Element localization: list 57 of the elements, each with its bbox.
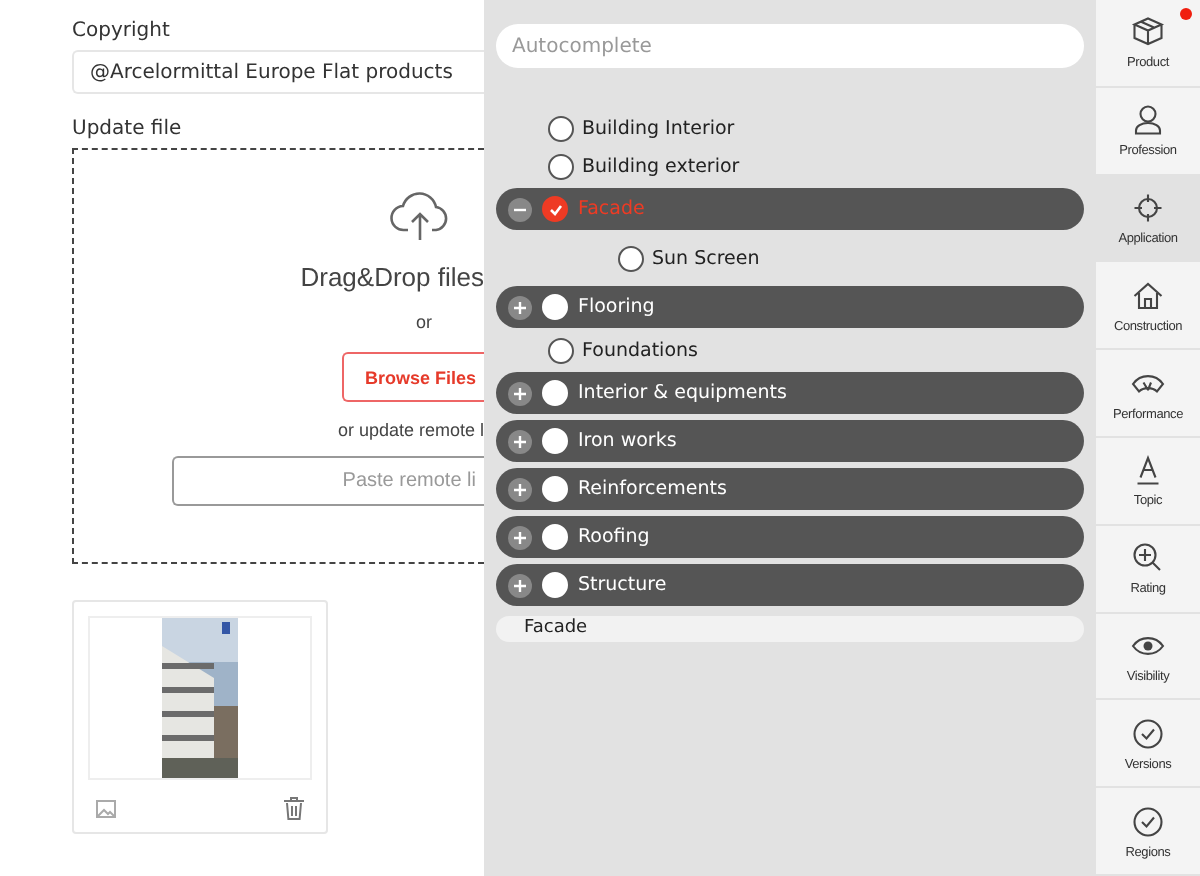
category-bar[interactable]: Roofing [496,516,1084,558]
check-circle-icon [1130,715,1166,752]
radio-button[interactable] [618,245,644,271]
expand-toggle[interactable] [508,197,532,221]
crosshair-icon [1130,189,1166,226]
radio-button[interactable] [548,337,574,363]
category-bar[interactable]: Flooring [496,286,1084,328]
category-label: Interior & equipments [578,382,787,404]
plus-icon [514,483,526,495]
field-label: Update file [72,118,184,140]
plus-icon [514,301,526,313]
person-icon [1130,102,1166,139]
expand-toggle[interactable] [508,429,532,453]
expand-toggle[interactable] [508,525,532,549]
field-label: Copyright [72,20,172,42]
house-icon [1130,277,1166,314]
option-label: Sun Screen [652,247,760,269]
selected-tag: Facade [496,616,1084,642]
radio-button[interactable] [548,153,574,179]
option-label: Foundations [582,339,698,361]
category-label: Flooring [578,296,655,318]
plus-icon [514,387,526,399]
option-label: Building exterior [582,155,740,177]
category-label: Structure [578,574,667,596]
expand-toggle[interactable] [508,381,532,405]
category-bar[interactable]: Reinforcements [496,468,1084,510]
plus-icon [514,531,526,543]
box-icon [1130,14,1166,51]
category-label: Facade [578,198,645,220]
browse-files-button[interactable]: Browse Files [342,352,484,402]
trash-icon [284,796,304,820]
category-bar[interactable]: Iron works [496,420,1084,462]
remote-hint: or update remote l [337,420,484,440]
category-label: Roofing [578,526,650,548]
check-icon [547,201,563,217]
remote-link-field[interactable]: Paste remote li [172,456,484,506]
category-label: Reinforcements [578,478,727,500]
expand-toggle[interactable] [508,573,532,597]
expand-toggle[interactable] [508,477,532,501]
check-circle-icon [1130,803,1166,840]
dropzone-title: Drag&Drop files [300,262,484,292]
image-icon [96,799,116,817]
radio-button[interactable] [548,115,574,141]
separator-text: or [415,312,432,332]
category-label: Iron works [578,430,677,452]
radio-button[interactable] [542,196,568,222]
plus-icon [514,579,526,591]
upload-cloud-icon [388,190,452,242]
copyright-field[interactable]: @Arcelormittal Europe Flat products [72,50,484,94]
category-bar[interactable]: Interior & equipments [496,372,1084,414]
expand-toggle[interactable] [508,295,532,319]
plus-icon [514,435,526,447]
dropzone[interactable]: Drag&Drop files or Browse Files or update remote l Paste remote li [72,148,484,564]
autocomplete-field[interactable]: Autocomplete [496,24,1084,68]
minus-icon [514,203,526,215]
category-bar[interactable]: Structure [496,564,1084,606]
option-label: Building Interior [582,117,735,139]
